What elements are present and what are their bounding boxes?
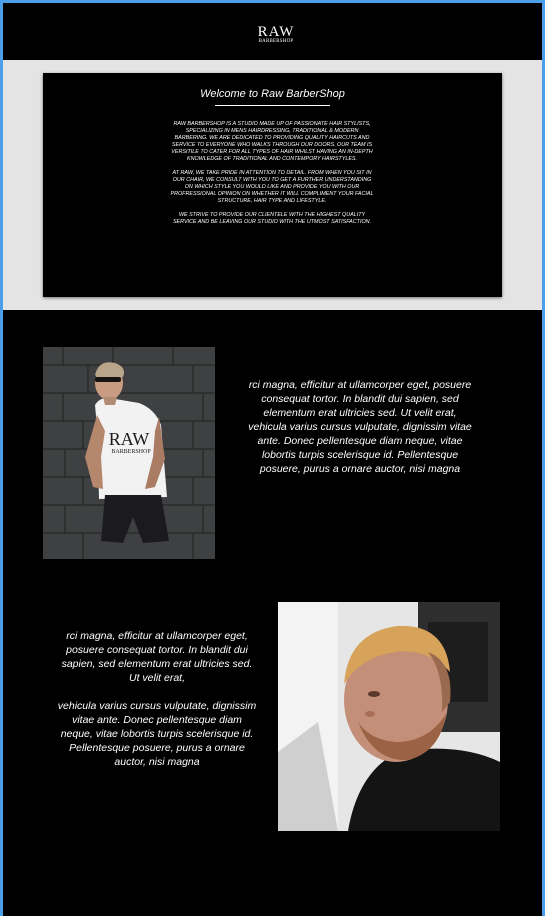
feature-text-2-p1: rci magna, efficitur at ullamcorper eget…	[61, 630, 253, 684]
logo-sub-text: BARBERSHOP	[258, 39, 294, 44]
feature-text-2: rci magna, efficitur at ullamcorper eget…	[57, 629, 257, 769]
barber-photo-1-image: RAW BARBERSHOP	[43, 347, 215, 559]
site-header: RAW BARBERSHOP	[3, 3, 542, 60]
welcome-band: Welcome to Raw BarberShop RAW BARBERSHOP…	[3, 60, 542, 310]
barber-photo-2	[278, 602, 500, 831]
welcome-body: RAW BARBERSHOP IS A STUDIO MADE UP OF PA…	[169, 121, 375, 233]
page-frame: RAW BARBERSHOP Welcome to Raw BarberShop…	[0, 0, 545, 916]
welcome-paragraph: WE STRIVE TO PROVIDE OUR CLIENTELE WITH …	[172, 212, 372, 225]
feature-text-2-p2: vehicula varius cursus vulputate, dignis…	[57, 700, 257, 768]
welcome-paragraph: RAW BARBERSHOP IS A STUDIO MADE UP OF PA…	[171, 121, 373, 162]
welcome-paragraph: AT RAW, WE TAKE PRIDE IN ATTENTION TO DE…	[170, 170, 374, 204]
welcome-title: Welcome to Raw BarberShop	[200, 88, 345, 100]
site-logo[interactable]: RAW BARBERSHOP	[256, 25, 296, 45]
feature-text-1: rci magna, efficitur at ullamcorper eget…	[248, 379, 472, 475]
features-section: RAW BARBERSHOP rci magna, efficitur at u…	[3, 310, 542, 916]
barber-photo-1: RAW BARBERSHOP	[43, 347, 215, 559]
welcome-box: Welcome to Raw BarberShop RAW BARBERSHOP…	[43, 73, 502, 297]
shirt-logo-sub: BARBERSHOP	[111, 449, 151, 455]
shirt-logo-text: RAW	[109, 429, 150, 449]
barber-photo-2-image	[278, 602, 500, 831]
title-divider	[215, 105, 330, 106]
logo-main-text: RAW	[257, 24, 295, 40]
